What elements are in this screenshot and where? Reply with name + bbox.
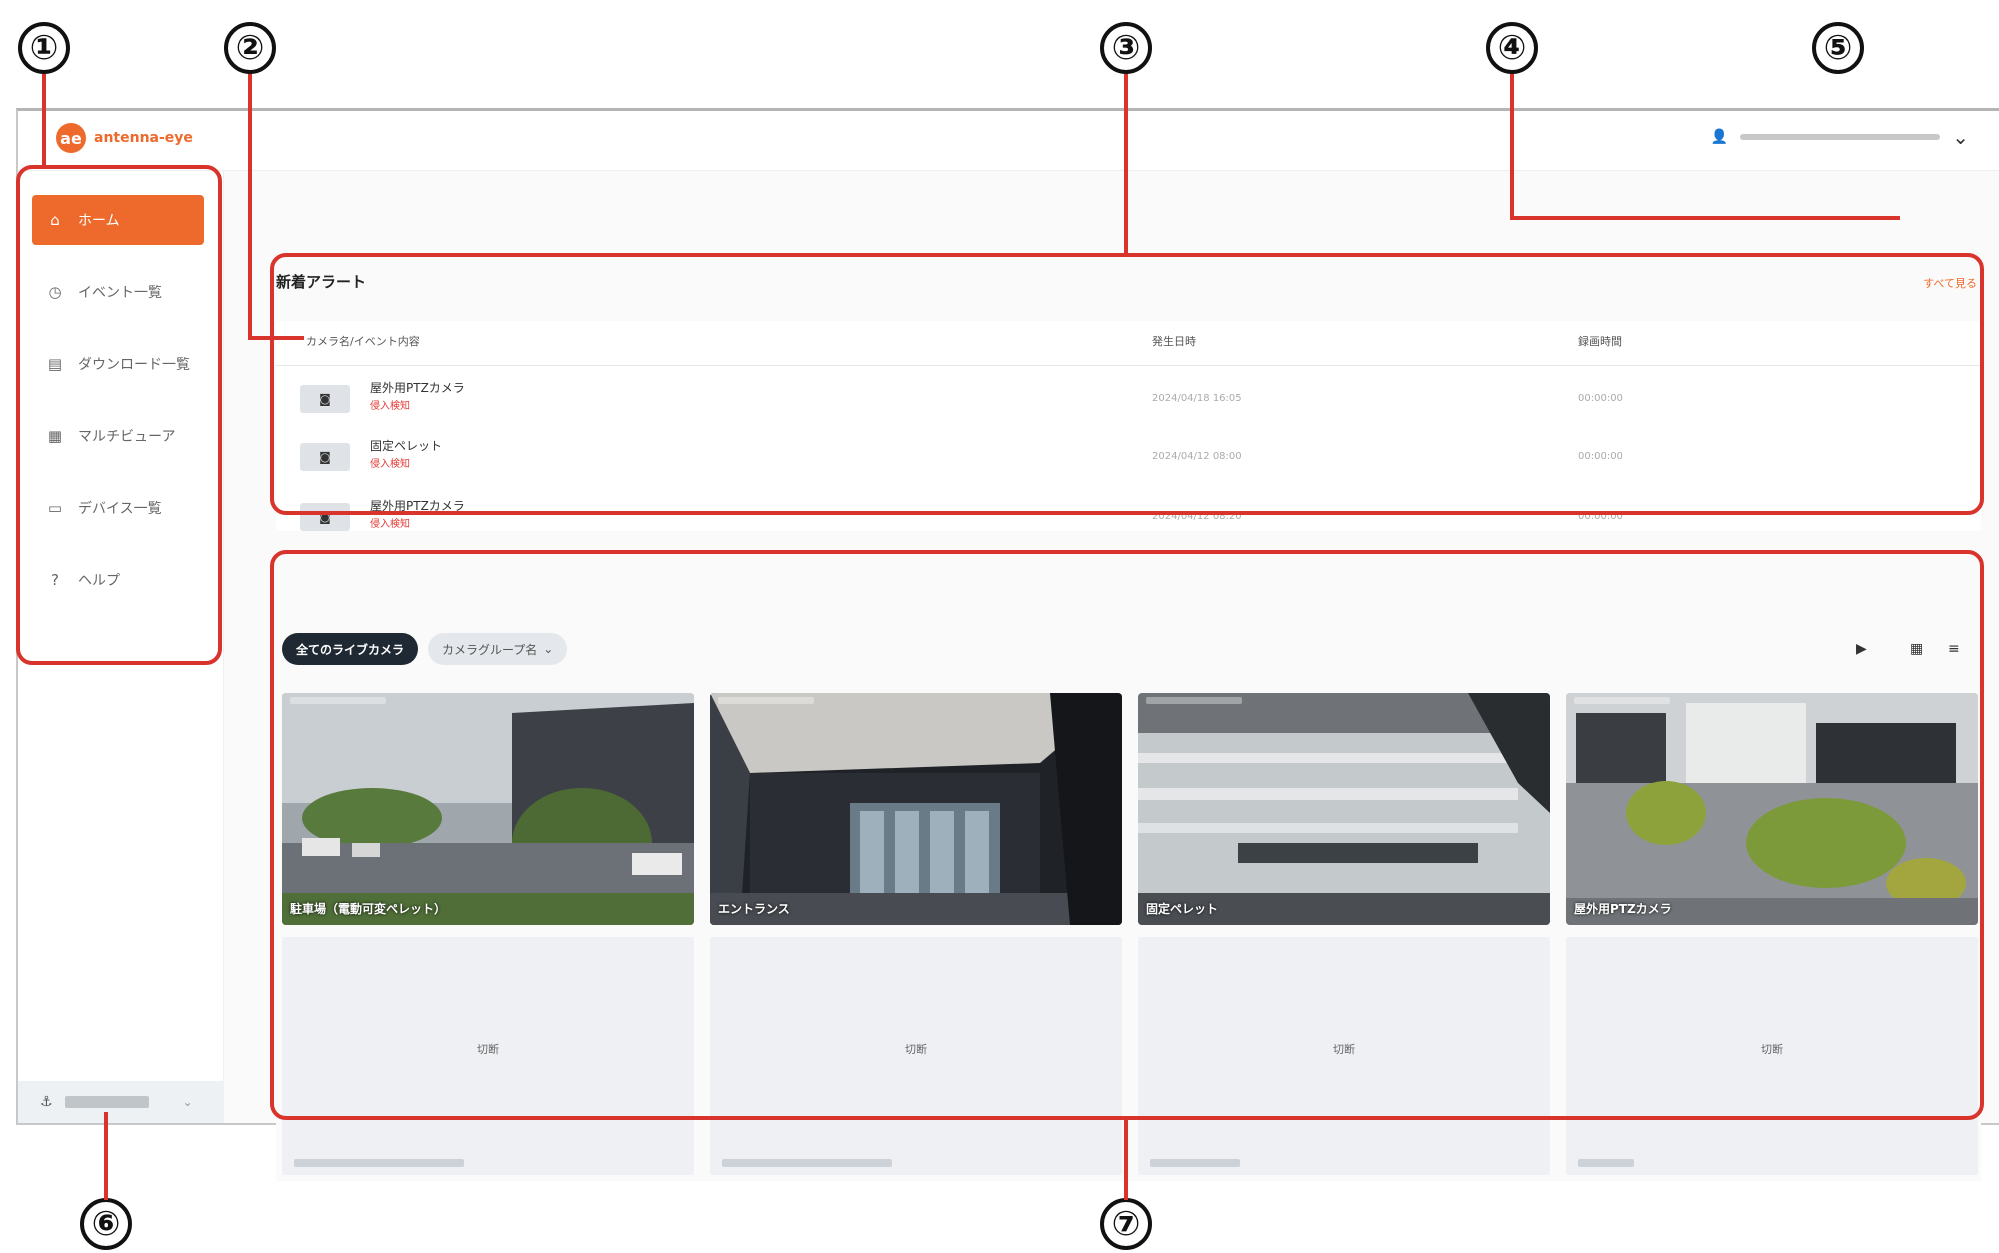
user-menu[interactable]: 👤 ⌄ — [1711, 125, 1969, 149]
callout-leader-1 — [42, 74, 46, 166]
callout-leader-6 — [104, 1112, 108, 1200]
callout-box-sidebar — [16, 165, 222, 665]
slot-name-redacted — [1150, 1159, 1240, 1167]
callout-marker-2: ② — [224, 22, 276, 74]
callout-marker-1: ① — [18, 22, 70, 74]
top-bar: ae antenna-eye 👤 ⌄ — [18, 111, 1999, 171]
callout-marker-7: ⑦ — [1100, 1198, 1152, 1250]
callout-leader-2 — [248, 74, 252, 340]
callout-marker-5: ⑤ — [1812, 22, 1864, 74]
brand-logo[interactable]: ae antenna-eye — [56, 123, 193, 153]
callout-marker-4: ④ — [1486, 22, 1538, 74]
callout-box-alerts — [270, 253, 1984, 515]
slot-name-redacted — [294, 1159, 464, 1167]
callout-leader-4-arm — [1510, 216, 1900, 220]
chevron-down-icon: ⌄ — [182, 1095, 193, 1109]
brand-name: antenna-eye — [94, 130, 193, 146]
sidebar-footer-account[interactable]: ⚓ ⌄ — [18, 1081, 223, 1123]
callout-box-cameras — [270, 550, 1984, 1120]
event-type: 侵入検知 — [370, 519, 410, 530]
callout-marker-3: ③ — [1100, 22, 1152, 74]
slot-name-redacted — [1578, 1159, 1634, 1167]
account-icon: ⚓ — [40, 1094, 53, 1110]
callout-leader-4 — [1510, 74, 1514, 220]
account-name-redacted — [64, 1096, 149, 1108]
logo-mark-icon: ae — [56, 123, 86, 153]
slot-name-redacted — [722, 1159, 892, 1167]
callout-leader-3 — [1124, 74, 1128, 254]
user-icon: 👤 — [1710, 129, 1729, 145]
callout-leader-7 — [1124, 1118, 1128, 1200]
user-name-redacted — [1740, 134, 1941, 140]
chevron-down-icon: ⌄ — [1952, 125, 1969, 149]
callout-marker-6: ⑥ — [80, 1198, 132, 1250]
